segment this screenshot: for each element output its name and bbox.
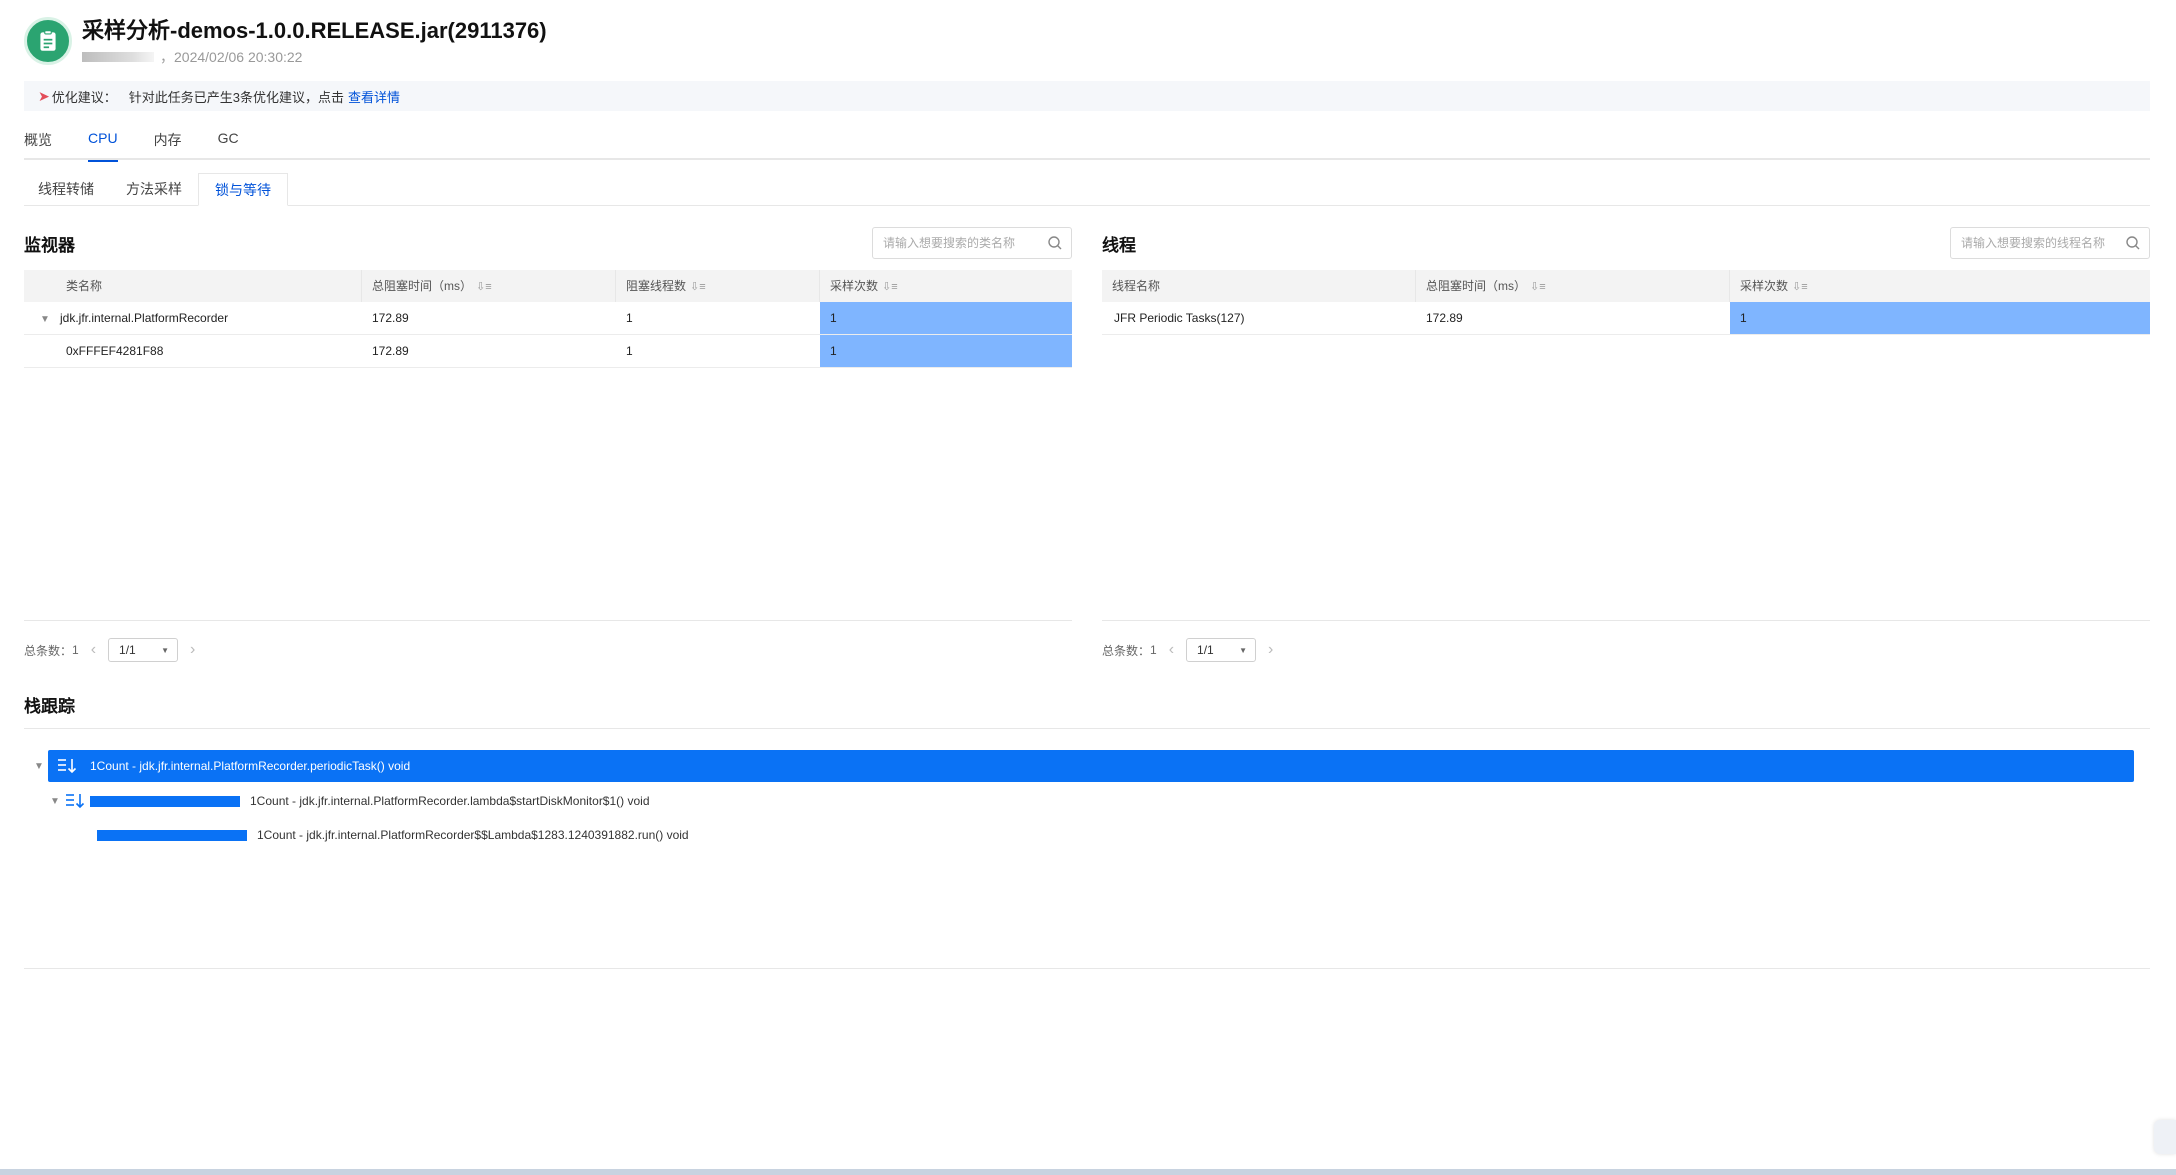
class-name-cell: ▼ jdk.jfr.internal.PlatformRecorder	[40, 311, 229, 325]
sub-tabs: 线程转储 方法采样 锁与等待	[24, 173, 2150, 206]
search-icon[interactable]	[1047, 235, 1063, 251]
sample-count-cell: 1	[820, 302, 1072, 334]
subtab-locks-waits[interactable]: 锁与等待	[198, 173, 288, 206]
col-class-name[interactable]: 类名称	[24, 270, 362, 302]
block-time-cell: 172.89	[1426, 311, 1463, 325]
thread-table-header: 线程名称 总阻塞时间（ms） ⇩≡ 采样次数 ⇩≡	[1102, 270, 2150, 302]
search-icon[interactable]	[2125, 235, 2141, 251]
subtitle-row: ， 2024/02/06 20:30:22	[82, 48, 547, 66]
subtab-thread-dump[interactable]: 线程转储	[24, 173, 110, 206]
total-label: 总条数：	[24, 643, 73, 658]
table-row[interactable]: 0xFFFEF4281F88 172.89 1 1	[24, 335, 1072, 368]
monitor-pagination: 总条数： 1 ‹ 1/1 ▼ ›	[24, 638, 207, 662]
stack-sample-bar	[90, 795, 240, 807]
stack-item-label: 1Count - jdk.jfr.internal.PlatformRecord…	[257, 828, 689, 842]
caret-down-icon: ▼	[161, 645, 170, 655]
thread-title: 线程	[1102, 235, 1136, 255]
subtitle-separator: ，	[160, 48, 174, 65]
sort-icon[interactable]: ⇩≡	[690, 281, 706, 293]
tab-gc[interactable]: GC	[218, 120, 239, 160]
stack-sample-bar	[97, 829, 247, 841]
col-sample-count[interactable]: 采样次数 ⇩≡	[820, 270, 1072, 302]
chevron-right-icon[interactable]: ›	[1268, 641, 1273, 659]
horizontal-scrollbar[interactable]	[0, 1169, 2176, 1175]
masked-username	[82, 51, 154, 62]
monitor-panel-header: 监视器	[24, 224, 1072, 262]
thread-table: 线程名称 总阻塞时间（ms） ⇩≡ 采样次数 ⇩≡ JFR Periodic Tas…	[1102, 270, 2150, 335]
sort-icon[interactable]: ⇩≡	[1792, 281, 1808, 293]
total-count: 1	[72, 643, 79, 657]
caret-down-icon: ▼	[1239, 645, 1248, 655]
col-total-block-time[interactable]: 总阻塞时间（ms） ⇩≡	[362, 270, 616, 302]
sort-icon[interactable]: ⇩≡	[476, 281, 492, 293]
table-row[interactable]: JFR Periodic Tasks(127) 172.89 1	[1102, 302, 2150, 335]
stack-item-bar[interactable]: 1Count - jdk.jfr.internal.PlatformRecord…	[48, 750, 2134, 782]
app-header: 采样分析-demos-1.0.0.RELEASE.jar(2911376) ， …	[24, 16, 547, 66]
block-time-cell: 172.89	[372, 311, 409, 325]
monitor-search-input[interactable]	[883, 236, 1047, 250]
thread-name-cell: JFR Periodic Tasks(127)	[1114, 311, 1245, 325]
col-sample-count[interactable]: 采样次数 ⇩≡	[1730, 270, 2150, 302]
sort-icon[interactable]: ⇩≡	[1530, 281, 1546, 293]
thread-panel-header: 线程	[1102, 224, 2150, 262]
monitor-table: 类名称 总阻塞时间（ms） ⇩≡ 阻塞线程数 ⇩≡ 采样次数 ⇩≡ ▼ jdk.jfr.…	[24, 270, 1072, 368]
page-select[interactable]: 1/1 ▼	[108, 638, 179, 662]
subtab-method-sampling[interactable]: 方法采样	[110, 173, 198, 206]
caret-down-icon[interactable]: ▼	[50, 796, 64, 807]
monitor-panel: 监视器 类名称 总阻塞时间（ms）⇩≡ 阻塞线程数⇩≡ 采样次数⇩≡ ▼jdk.…	[24, 224, 1072, 664]
stack-item-selected[interactable]: ▼ 1Count - jdk.jfr.internal.PlatformReco…	[34, 750, 2134, 782]
blocked-threads-cell: 1	[626, 344, 633, 358]
sort-icon[interactable]: ⇩≡	[882, 281, 898, 293]
chevron-right-icon[interactable]: ›	[190, 641, 195, 659]
thread-search	[1950, 227, 2150, 259]
stack-trace-title: 栈跟踪	[24, 697, 75, 716]
monitor-title: 监视器	[24, 235, 75, 255]
total-count: 1	[1150, 643, 1157, 657]
stack-item[interactable]: 1Count - jdk.jfr.internal.PlatformRecord…	[97, 824, 689, 846]
col-thread-name[interactable]: 线程名称	[1102, 270, 1416, 302]
sort-icon[interactable]	[64, 791, 86, 811]
title-block: 采样分析-demos-1.0.0.RELEASE.jar(2911376) ， …	[82, 17, 547, 66]
chevron-left-icon[interactable]: ‹	[1169, 641, 1174, 659]
col-blocked-threads[interactable]: 阻塞线程数 ⇩≡	[616, 270, 820, 302]
stack-item[interactable]: ▼ 1Count - jdk.jfr.internal.PlatformReco…	[50, 790, 650, 812]
page-select[interactable]: 1/1 ▼	[1186, 638, 1257, 662]
table-divider	[1102, 620, 2150, 621]
banner-label: 优化建议：	[51, 89, 117, 105]
monitor-search	[872, 227, 1072, 259]
thread-pagination: 总条数： 1 ‹ 1/1 ▼ ›	[1102, 638, 1285, 662]
table-divider	[24, 620, 1072, 621]
sample-count-cell: 1	[820, 335, 1072, 367]
sort-icon[interactable]	[56, 756, 78, 776]
view-details-link[interactable]: 查看详情	[348, 87, 400, 106]
tab-memory[interactable]: 内存	[154, 120, 182, 160]
total-label: 总条数：	[1102, 643, 1151, 658]
block-time-cell: 172.89	[372, 344, 409, 358]
col-total-block-time[interactable]: 总阻塞时间（ms） ⇩≡	[1416, 270, 1730, 302]
stack-divider	[24, 728, 2150, 729]
side-float-widget[interactable]	[2154, 1120, 2176, 1154]
tab-overview[interactable]: 概览	[24, 120, 52, 160]
caret-down-icon[interactable]: ▼	[40, 314, 54, 325]
optimization-banner: ➤ 优化建议： 针对此任务已产生3条优化建议，点击 查看详情	[24, 81, 2150, 111]
thread-search-input[interactable]	[1961, 236, 2125, 250]
page-title: 采样分析-demos-1.0.0.RELEASE.jar(2911376)	[82, 17, 547, 43]
monitor-table-header: 类名称 总阻塞时间（ms） ⇩≡ 阻塞线程数 ⇩≡ 采样次数 ⇩≡	[24, 270, 1072, 302]
blocked-threads-cell: 1	[626, 311, 633, 325]
caret-down-icon[interactable]: ▼	[34, 761, 48, 772]
chevron-left-icon[interactable]: ‹	[91, 641, 96, 659]
stack-item-label: 1Count - jdk.jfr.internal.PlatformRecord…	[90, 759, 411, 773]
rocket-icon: ➤	[38, 87, 50, 104]
table-row[interactable]: ▼ jdk.jfr.internal.PlatformRecorder 172.8…	[24, 302, 1072, 335]
stack-bottom-divider	[24, 968, 2150, 969]
banner-text: 针对此任务已产生3条优化建议，点击	[128, 89, 344, 105]
stack-item-label: 1Count - jdk.jfr.internal.PlatformRecord…	[250, 794, 650, 808]
main-tabs: 概览 CPU 内存 GC	[24, 120, 2150, 162]
tab-cpu[interactable]: CPU	[88, 120, 118, 162]
clipboard-icon	[24, 17, 72, 65]
thread-panel: 线程 线程名称 总阻塞时间（ms）⇩≡ 采样次数⇩≡ JFR Periodic …	[1102, 224, 2150, 664]
task-timestamp: 2024/02/06 20:30:22	[174, 48, 303, 65]
sample-count-cell: 1	[1730, 302, 2150, 334]
class-name-cell: 0xFFFEF4281F88	[66, 344, 164, 358]
